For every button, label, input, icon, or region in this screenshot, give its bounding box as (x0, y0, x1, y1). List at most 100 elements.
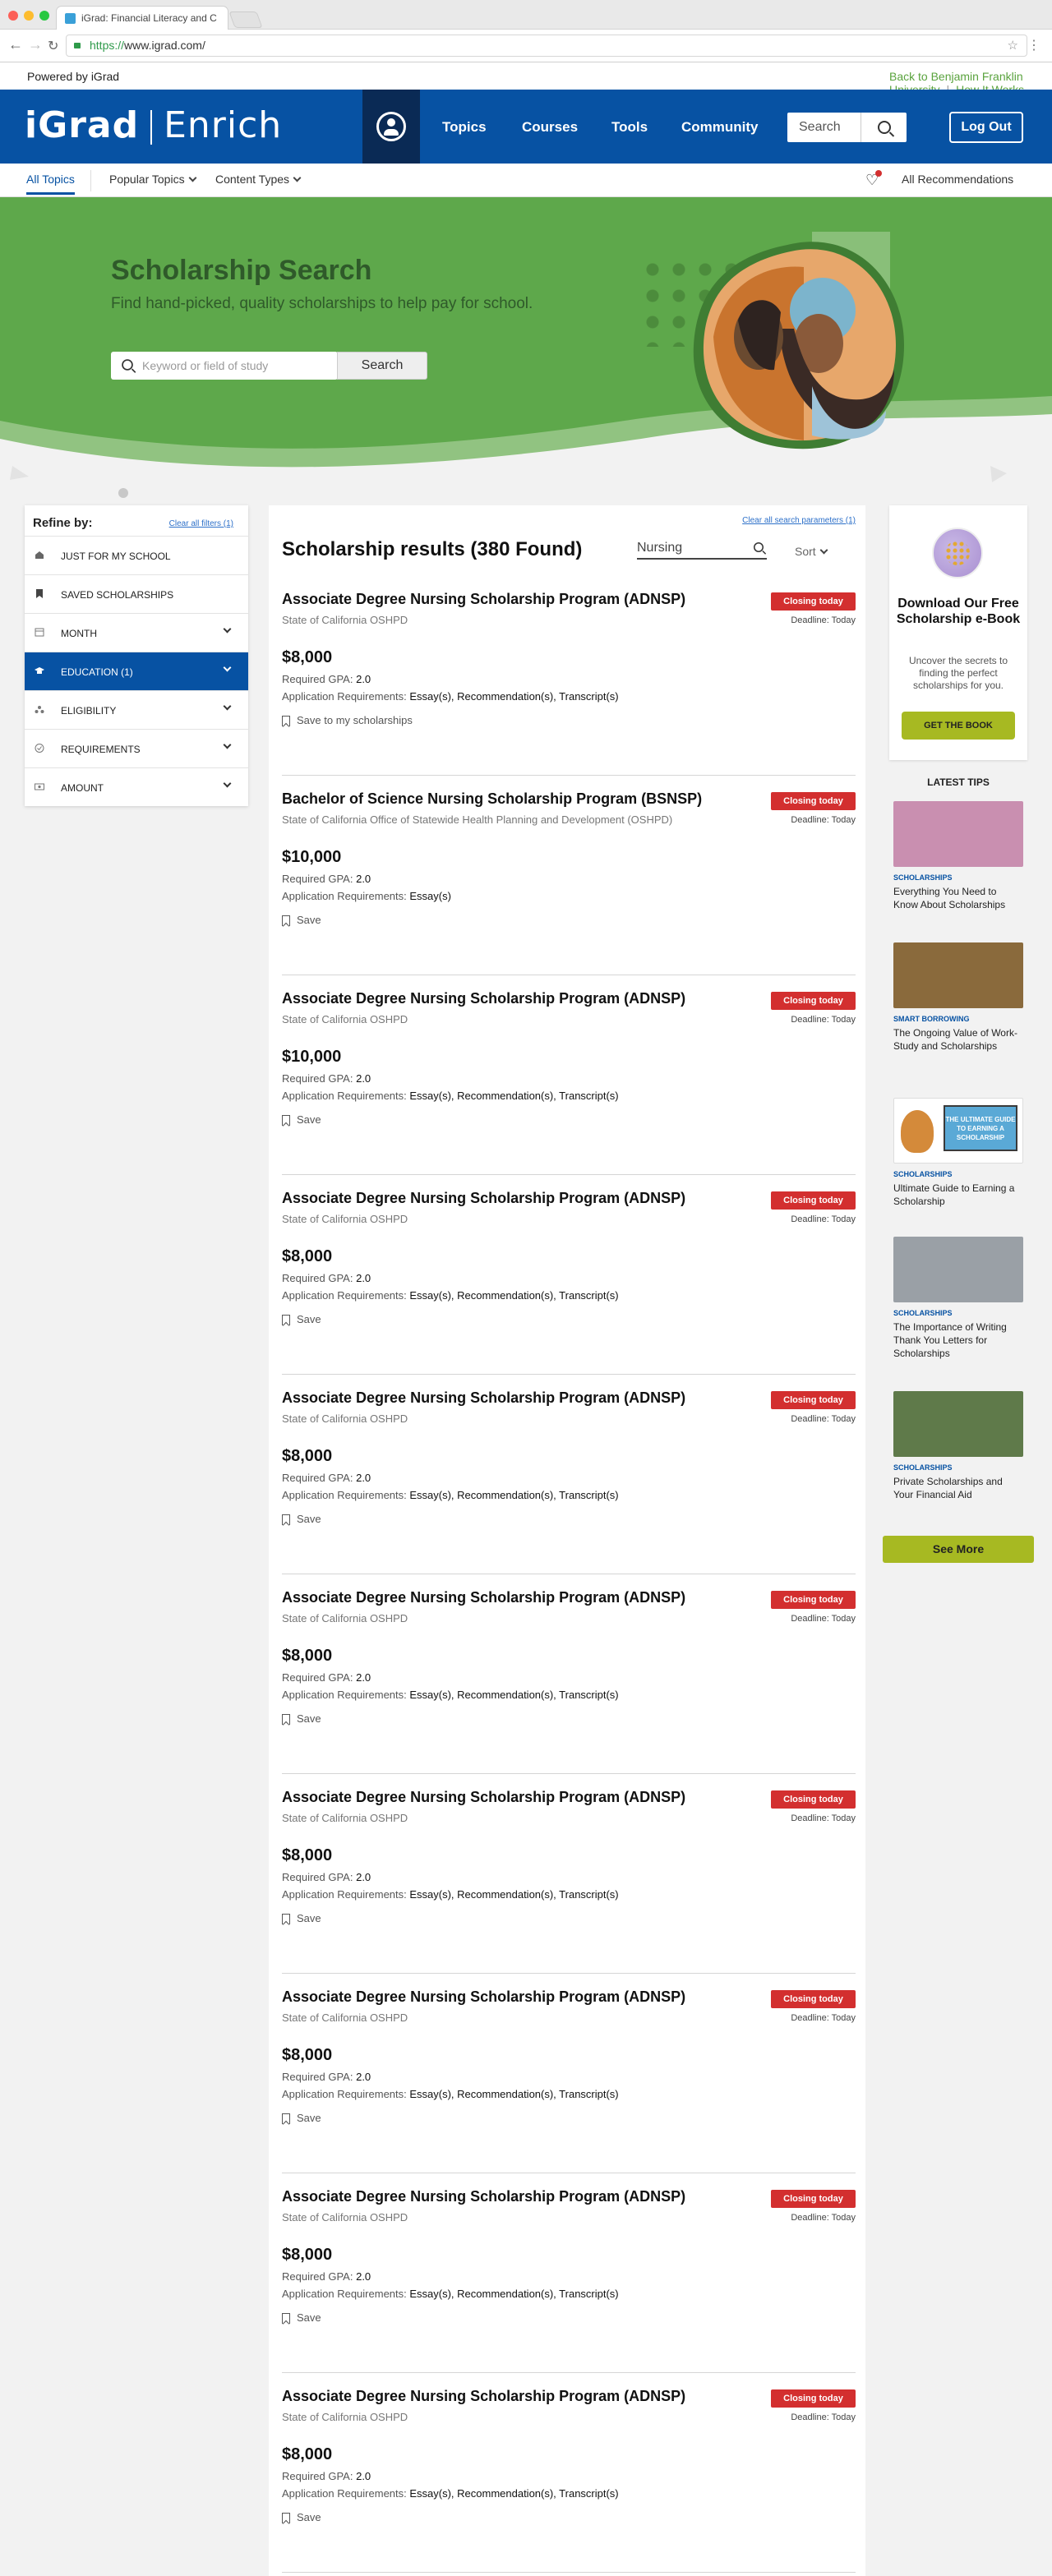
logout-button[interactable]: Log Out (949, 112, 1023, 143)
minimize-window-icon[interactable] (24, 11, 34, 21)
url-scheme: https:// (90, 39, 125, 52)
graduation-cap-icon (35, 667, 44, 674)
scholarship-title[interactable]: Associate Degree Nursing Scholarship Pro… (282, 591, 742, 608)
clear-all-filters-link[interactable]: Clear all filters (1) (169, 519, 233, 528)
gpa-label: Required GPA: (282, 1072, 357, 1085)
header-search-input[interactable]: Search (799, 120, 841, 135)
back-arrow-icon[interactable]: ← (8, 36, 23, 53)
close-window-icon[interactable] (8, 11, 18, 21)
closing-today-badge: Closing today (771, 2389, 856, 2408)
scholarship-title[interactable]: Associate Degree Nursing Scholarship Pro… (282, 2388, 742, 2405)
maximize-window-icon[interactable] (39, 11, 49, 21)
content-types-dropdown[interactable]: Content Types (215, 173, 302, 186)
save-scholarship-button[interactable]: Save to my scholarships (282, 714, 413, 727)
tip-title[interactable]: Private Scholarships and Your Financial … (893, 1475, 1023, 1501)
tip-title[interactable]: The Importance of Writing Thank You Lett… (893, 1320, 1023, 1360)
see-more-button[interactable]: See More (883, 1536, 1034, 1563)
scholarship-title[interactable]: Associate Degree Nursing Scholarship Pro… (282, 1988, 742, 2006)
results-search-input[interactable]: Nursing (637, 541, 682, 555)
save-scholarship-button[interactable]: Save (282, 914, 321, 927)
closing-today-badge: Closing today (771, 2190, 856, 2208)
tip-category: SCHOLARSHIPS (893, 873, 953, 882)
required-gpa: Required GPA: 2.0 (282, 1472, 371, 1484)
save-scholarship-button[interactable]: Save (282, 1712, 321, 1726)
scholarship-title[interactable]: Associate Degree Nursing Scholarship Pro… (282, 2188, 742, 2205)
tip-card[interactable]: SMART BORROWING The Ongoing Value of Work… (893, 942, 1023, 1053)
scholarship-title[interactable]: Bachelor of Science Nursing Scholarship … (282, 790, 742, 808)
url-field[interactable]: https://www.igrad.com/ ☆ (66, 35, 1027, 57)
header-search-button[interactable] (861, 113, 907, 142)
tip-card[interactable]: SCHOLARSHIPS Private Scholarships and You… (893, 1391, 1023, 1501)
search-icon[interactable] (754, 542, 764, 552)
tip-card[interactable]: SCHOLARSHIPS Everything You Need to Know … (893, 801, 1023, 911)
forward-arrow-icon[interactable]: → (28, 36, 43, 53)
tip-card[interactable]: THE ULTIMATE GUIDE TO EARNING A SCHOLARS… (893, 1098, 1023, 1208)
all-recommendations-link[interactable]: All Recommendations (902, 173, 1013, 186)
scholarship-title[interactable]: Associate Degree Nursing Scholarship Pro… (282, 1789, 742, 1806)
gpa-label: Required GPA: (282, 1671, 357, 1684)
gpa-value: 2.0 (356, 1871, 371, 1883)
save-scholarship-button[interactable]: Save (282, 2112, 321, 2125)
sort-dropdown[interactable]: Sort (795, 545, 828, 558)
filter-eligibility[interactable]: ELIGIBILITY (25, 690, 248, 729)
filter-label: SAVED SCHOLARSHIPS (61, 589, 174, 601)
scholarship-title[interactable]: Associate Degree Nursing Scholarship Pro… (282, 1589, 742, 1606)
browser-tab[interactable]: iGrad: Financial Literacy and C (56, 6, 228, 30)
nav-courses[interactable]: Courses (522, 119, 578, 136)
user-profile-button[interactable] (362, 90, 420, 164)
content-types-label: Content Types (215, 173, 290, 186)
tip-card[interactable]: SCHOLARSHIPS The Importance of Writing Th… (893, 1237, 1023, 1360)
header-search[interactable]: Search (787, 113, 907, 142)
reload-icon[interactable]: ↻ (48, 38, 58, 54)
scholarship-card: Associate Degree Nursing Scholarship Pro… (282, 2373, 856, 2573)
filter-month[interactable]: MONTH (25, 613, 248, 652)
deadline-text: Deadline: Today (791, 615, 856, 625)
popular-topics-dropdown[interactable]: Popular Topics (109, 173, 197, 186)
bookmark-icon (282, 1714, 290, 1726)
scholarship-title[interactable]: Associate Degree Nursing Scholarship Pro… (282, 990, 742, 1007)
money-icon (35, 783, 44, 790)
tab-all-topics[interactable]: All Topics (26, 173, 75, 195)
scholarship-card: Associate Degree Nursing Scholarship Pro… (282, 576, 856, 776)
closing-today-badge: Closing today (771, 1391, 856, 1409)
bookmark-star-icon[interactable]: ☆ (1008, 35, 1018, 56)
igrad-enrich-logo[interactable]: iGrad Enrich (25, 104, 282, 146)
filter-education[interactable]: EDUCATION (1) (25, 652, 248, 690)
filter-saved-scholarships[interactable]: SAVED SCHOLARSHIPS (25, 574, 248, 613)
save-scholarship-button[interactable]: Save (282, 1513, 321, 1526)
scholarship-search-button[interactable]: Search (337, 352, 427, 380)
scholarship-title[interactable]: Associate Degree Nursing Scholarship Pro… (282, 1190, 742, 1207)
filter-just-for-my-school[interactable]: JUST FOR MY SCHOOL (25, 536, 248, 574)
scholarship-provider: State of California OSHPD (282, 1612, 408, 1624)
gpa-label: Required GPA: (282, 1272, 357, 1284)
scholarship-title[interactable]: Associate Degree Nursing Scholarship Pro… (282, 1389, 742, 1407)
new-tab-button[interactable] (228, 12, 263, 28)
filter-amount[interactable]: AMOUNT (25, 767, 248, 806)
nav-tools[interactable]: Tools (611, 119, 648, 136)
results-search-field[interactable]: Nursing (637, 537, 767, 560)
save-scholarship-button[interactable]: Save (282, 1313, 321, 1326)
nav-community[interactable]: Community (681, 119, 759, 136)
tip-title[interactable]: Everything You Need to Know About Schola… (893, 885, 1023, 911)
filter-requirements[interactable]: REQUIREMENTS (25, 729, 248, 767)
nav-topics[interactable]: Topics (442, 119, 487, 136)
save-scholarship-button[interactable]: Save (282, 2311, 321, 2325)
save-scholarship-button[interactable]: Save (282, 1912, 321, 1925)
deadline-text: Deadline: Today (791, 1414, 856, 1424)
scholarship-search-field[interactable]: Keyword or field of study (111, 352, 338, 380)
tip-title[interactable]: Ultimate Guide to Earning a Scholarship (893, 1182, 1023, 1208)
tip-title[interactable]: The Ongoing Value of Work-Study and Scho… (893, 1026, 1023, 1053)
gpa-value: 2.0 (356, 1072, 371, 1085)
scholarship-search-input[interactable]: Keyword or field of study (142, 359, 268, 372)
get-the-book-button[interactable]: GET THE BOOK (902, 712, 1015, 740)
recommendations-heart-icon[interactable]: ♡ (865, 170, 883, 189)
save-label: Save (297, 2311, 321, 2324)
chevron-down-icon (223, 779, 232, 788)
requirements-value: Essay(s), Recommendation(s), Transcript(… (409, 690, 619, 703)
save-label: Save (297, 2112, 321, 2124)
clear-search-parameters-link[interactable]: Clear all search parameters (1) (742, 516, 856, 525)
browser-menu-icon[interactable]: ⋮ (1027, 37, 1040, 53)
save-scholarship-button[interactable]: Save (282, 2511, 321, 2524)
save-scholarship-button[interactable]: Save (282, 1113, 321, 1127)
bookmark-icon (282, 1115, 290, 1127)
